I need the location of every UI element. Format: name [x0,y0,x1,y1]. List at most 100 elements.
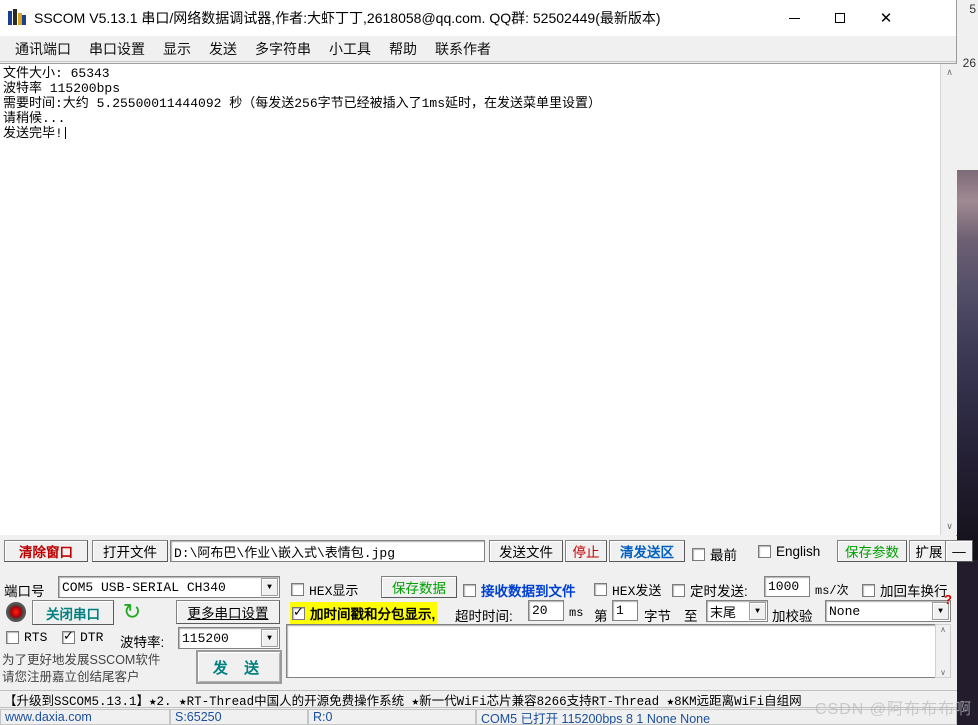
hex-send-checkbox[interactable]: HEX发送 [594,580,661,599]
timeout-input[interactable]: 20 [528,600,564,621]
hex-send-label: HEX发送 [612,584,662,599]
maximize-button[interactable] [817,0,863,36]
chevron-down-icon[interactable]: ▼ [261,578,278,596]
menu-item-send[interactable]: 发送 [200,37,246,61]
menu-item-comm-port[interactable]: 通讯端口 [6,37,80,61]
register-note: 为了更好地发展SSCOM软件 请您注册嘉立创结尾客户 [2,652,170,688]
app-logo-icon [8,9,26,27]
receive-text-area[interactable]: 文件大小: 65343 波特率 115200bps 需要时间:大约 5.2550… [0,64,940,535]
hex-display-checkbox-box[interactable] [291,583,304,596]
promo-banner[interactable]: 【升级到SSCOM5.13.1】★2. ★RT-Thread中国人的开源免费操作… [0,690,957,708]
send-scroll-down-icon[interactable]: ∨ [940,668,946,677]
send-button[interactable]: 发 送 [196,650,282,684]
topmost-label: 最前 [710,548,737,563]
checksum-select[interactable]: None ▼ [825,600,951,622]
close-button[interactable]: ✕ [863,0,909,36]
chevron-down-icon-range[interactable]: ▼ [749,602,766,620]
menu-item-display[interactable]: 显示 [154,37,200,61]
menu-item-multi-string[interactable]: 多字符串 [246,37,320,61]
title-bar: SSCOM V5.13.1 串口/网络数据调试器,作者:大虾丁丁,2618058… [0,0,956,36]
stop-button[interactable]: 停止 [565,540,607,562]
hex-display-checkbox[interactable]: HEX显示 [291,580,358,599]
to-label: 至 [684,609,698,624]
hex-send-checkbox-box[interactable] [594,583,607,596]
background-edge-text-top: 5 [969,2,976,16]
more-port-settings-button[interactable]: 更多串口设置 [176,600,280,624]
send-area-scrollbar[interactable]: ∧ ∨ [935,624,951,678]
status-bar: www.daxia.com S:65250 R:0 COM5 已打开 11520… [0,709,957,725]
background-edge-text-mid: 26 [962,56,976,70]
english-checkbox[interactable]: English [758,544,820,559]
hex-display-label: HEX显示 [309,584,359,599]
window-title: SSCOM V5.13.1 串口/网络数据调试器,作者:大虾丁丁,2618058… [34,10,661,26]
clear-window-button[interactable]: 清除窗口 [4,540,88,562]
recv-line-2: 波特率 115200bps [3,81,121,96]
menu-bar: 通讯端口 串口设置 显示 发送 多字符串 小工具 帮助 联系作者 [0,36,956,62]
save-data-button[interactable]: 保存数据 [381,576,457,598]
add-crlf-checkbox-box[interactable] [862,583,875,597]
send-file-button[interactable]: 发送文件 [489,540,563,562]
register-note-line2: 请您注册嘉立创结尾客户 [2,670,140,684]
rts-checkbox[interactable]: RTS [6,630,47,645]
timed-send-checkbox[interactable]: 定时发送: [672,580,748,600]
menu-item-port-settings[interactable]: 串口设置 [80,37,154,61]
scroll-down-icon[interactable]: ∨ [941,518,958,535]
english-checkbox-box[interactable] [758,545,771,558]
dtr-label: DTR [80,630,104,645]
minimize-button[interactable] [771,0,817,36]
receive-to-file-checkbox[interactable]: 接收数据到文件 [463,580,576,600]
chevron-down-icon-baud[interactable]: ▼ [261,629,278,647]
range-end-value: 末尾 [710,605,737,621]
dtr-checkbox[interactable]: DTR [62,629,104,645]
clear-send-area-button[interactable]: 清发送区 [609,540,685,562]
maximize-icon [835,13,845,23]
rts-checkbox-box[interactable] [6,631,19,644]
scroll-up-icon[interactable]: ∧ [941,64,958,81]
topmost-checkbox-box[interactable] [692,547,705,561]
receive-data-panel: 文件大小: 65343 波特率 115200bps 需要时间:大约 5.2550… [0,63,957,535]
close-port-button[interactable]: 关闭串口 [32,600,114,625]
timestamp-checkbox[interactable]: 加时间戳和分包显示, [290,602,438,624]
timeout-label: 超时时间: [455,609,513,624]
send-interval-input[interactable]: 1000 [764,576,810,597]
menu-item-contact-author[interactable]: 联系作者 [426,37,500,61]
receive-to-file-label: 接收数据到文件 [481,584,576,599]
send-data-textarea[interactable] [286,624,951,678]
open-file-button[interactable]: 打开文件 [92,540,168,562]
add-crlf-checkbox[interactable]: 加回车换行 [862,580,948,600]
refresh-ports-icon[interactable]: ↻ [120,600,144,624]
timed-send-label: 定时发送: [690,584,748,599]
menu-item-help[interactable]: 帮助 [380,37,426,61]
timestamp-checkbox-box[interactable] [292,605,305,620]
status-sent-bytes: S:65250 [170,709,308,725]
status-website[interactable]: www.daxia.com [0,709,170,725]
extend-button[interactable]: 扩展 [909,540,949,562]
recv-line-3: 需要时间:大约 5.25500011444092 秒（每发送256字节已经被插入… [3,96,602,111]
range-end-select[interactable]: 末尾 ▼ [706,600,768,622]
checksum-label: 加校验 [772,609,813,624]
topmost-checkbox[interactable]: 最前 [692,544,737,564]
port-select[interactable]: COM5 USB-SERIAL CH340 ▼ [58,576,280,598]
menu-item-tools[interactable]: 小工具 [320,37,380,61]
port-select-value: COM5 USB-SERIAL CH340 [62,579,226,595]
status-received-bytes: R:0 [308,709,476,725]
help-question-icon[interactable]: ? [944,592,952,607]
send-scroll-up-icon[interactable]: ∧ [940,625,946,634]
minimize-icon [788,17,800,19]
timeout-unit-label: ms [569,606,584,620]
byte-index-input[interactable]: 1 [612,600,638,621]
receive-to-file-checkbox-box[interactable] [463,583,476,597]
dtr-checkbox-box[interactable] [62,629,75,644]
text-caret [64,127,66,139]
collapse-button[interactable]: — [945,540,973,562]
interval-unit-label: ms/次 [815,584,849,598]
receive-scrollbar[interactable]: ∧ ∨ [940,64,957,535]
file-path-input[interactable]: D:\阿布巴\作业\嵌入式\表情包.jpg [170,540,485,562]
recv-line-5: 发送完毕! [3,126,63,141]
baudrate-select[interactable]: 115200 ▼ [178,627,280,649]
sscom-main-window: SSCOM V5.13.1 串口/网络数据调试器,作者:大虾丁丁,2618058… [0,0,973,725]
timed-send-checkbox-box[interactable] [672,583,685,597]
save-params-button[interactable]: 保存参数 [837,540,907,562]
rts-label: RTS [24,630,48,645]
port-status-indicator-icon [6,602,26,622]
